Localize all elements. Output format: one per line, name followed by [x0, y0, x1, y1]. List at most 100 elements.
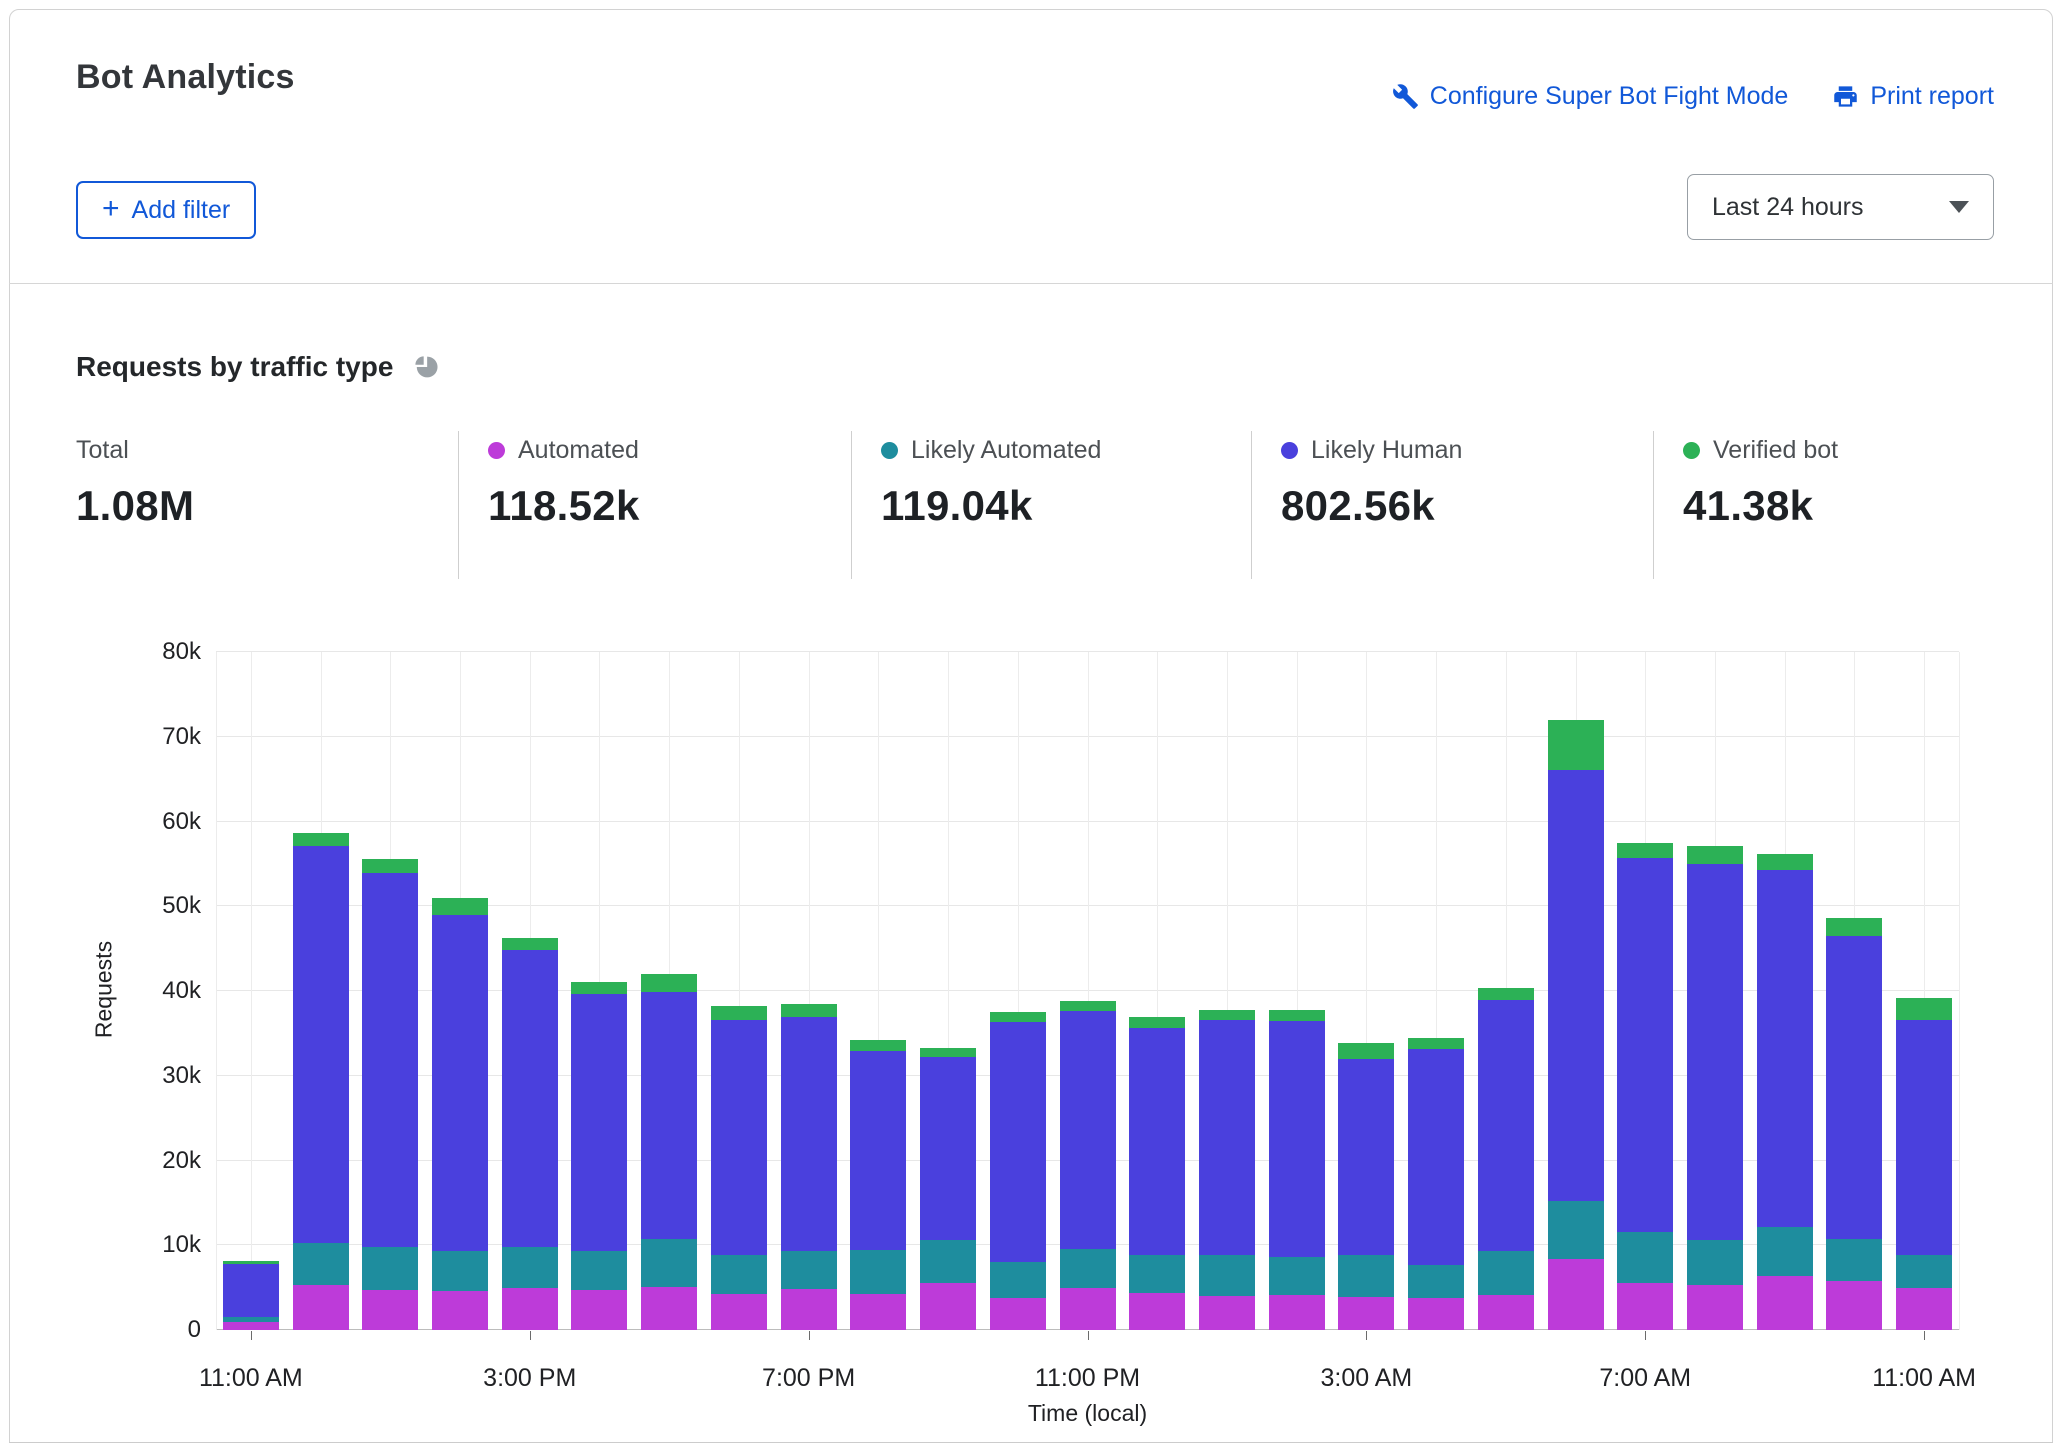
bar-segment-automated[interactable]: [990, 1298, 1046, 1330]
stacked-bar-11-00-pm[interactable]: [1060, 1001, 1116, 1330]
bar-segment-likely-human[interactable]: [432, 915, 488, 1251]
bar-segment-likely-human[interactable]: [1548, 770, 1604, 1201]
bar-segment-automated[interactable]: [1269, 1295, 1325, 1330]
bar-segment-likely-automated[interactable]: [1478, 1251, 1534, 1295]
bar-segment-likely-human[interactable]: [711, 1020, 767, 1255]
bar-segment-likely-human[interactable]: [1338, 1059, 1394, 1255]
bar-segment-likely-human[interactable]: [362, 873, 418, 1247]
bar-segment-likely-automated[interactable]: [781, 1251, 837, 1289]
bar-segment-automated[interactable]: [362, 1290, 418, 1330]
bar-segment-likely-human[interactable]: [223, 1264, 279, 1317]
bar-segment-likely-automated[interactable]: [1408, 1265, 1464, 1298]
stacked-bar-11-00-am[interactable]: [1896, 998, 1952, 1330]
bar-segment-likely-human[interactable]: [1757, 870, 1813, 1227]
bar-segment-automated[interactable]: [641, 1287, 697, 1330]
bar-segment-likely-automated[interactable]: [432, 1251, 488, 1291]
stacked-bar-7-00-am[interactable]: [1617, 843, 1673, 1330]
bar-segment-likely-automated[interactable]: [1199, 1255, 1255, 1297]
bar-segment-verified-bot[interactable]: [1896, 998, 1952, 1020]
bar-segment-likely-automated[interactable]: [1338, 1255, 1394, 1297]
bar-segment-automated[interactable]: [1757, 1276, 1813, 1330]
bar-segment-automated[interactable]: [1826, 1281, 1882, 1330]
bar-segment-automated[interactable]: [850, 1294, 906, 1330]
bar-segment-automated[interactable]: [223, 1322, 279, 1330]
bar-segment-verified-bot[interactable]: [1269, 1010, 1325, 1021]
bar-segment-likely-human[interactable]: [1199, 1020, 1255, 1255]
bar-segment-automated[interactable]: [1338, 1297, 1394, 1330]
bar-segment-likely-human[interactable]: [1826, 936, 1882, 1239]
bar-segment-verified-bot[interactable]: [990, 1012, 1046, 1022]
bar-segment-likely-automated[interactable]: [850, 1250, 906, 1294]
stacked-bar-12-00-pm[interactable]: [293, 833, 349, 1330]
bar-segment-likely-automated[interactable]: [1757, 1227, 1813, 1276]
bar-segment-verified-bot[interactable]: [1617, 843, 1673, 858]
bar-segment-likely-automated[interactable]: [1269, 1257, 1325, 1295]
bar-segment-verified-bot[interactable]: [1338, 1043, 1394, 1059]
stacked-bar-5-00-am[interactable]: [1478, 988, 1534, 1330]
stacked-bar-1-00-am[interactable]: [1199, 1010, 1255, 1330]
stacked-bar-10-00-pm[interactable]: [990, 1012, 1046, 1330]
bar-segment-verified-bot[interactable]: [502, 938, 558, 951]
bar-segment-automated[interactable]: [1617, 1283, 1673, 1330]
bar-segment-verified-bot[interactable]: [571, 982, 627, 995]
stacked-bar-8-00-am[interactable]: [1687, 846, 1743, 1330]
stacked-bar-11-00-am[interactable]: [223, 1261, 279, 1330]
bar-segment-likely-automated[interactable]: [1060, 1249, 1116, 1289]
bar-segment-likely-automated[interactable]: [1826, 1239, 1882, 1281]
bar-segment-automated[interactable]: [711, 1294, 767, 1330]
bar-segment-likely-automated[interactable]: [502, 1247, 558, 1289]
bar-segment-likely-human[interactable]: [850, 1051, 906, 1249]
bar-segment-likely-automated[interactable]: [223, 1317, 279, 1322]
bar-segment-automated[interactable]: [1408, 1298, 1464, 1330]
bar-segment-automated[interactable]: [1478, 1295, 1534, 1330]
print-report-link[interactable]: Print report: [1832, 82, 1994, 111]
stacked-bar-6-00-pm[interactable]: [711, 1006, 767, 1330]
bar-segment-likely-human[interactable]: [1129, 1028, 1185, 1255]
bar-segment-likely-human[interactable]: [1478, 1000, 1534, 1251]
bar-segment-likely-automated[interactable]: [1129, 1255, 1185, 1292]
bar-segment-likely-automated[interactable]: [1548, 1201, 1604, 1259]
bar-segment-likely-automated[interactable]: [1896, 1255, 1952, 1289]
bar-segment-verified-bot[interactable]: [1826, 918, 1882, 936]
bar-segment-verified-bot[interactable]: [850, 1040, 906, 1051]
bar-segment-verified-bot[interactable]: [1408, 1038, 1464, 1049]
bar-segment-verified-bot[interactable]: [641, 974, 697, 992]
bar-segment-automated[interactable]: [502, 1288, 558, 1330]
bar-segment-likely-automated[interactable]: [571, 1251, 627, 1290]
bar-segment-likely-human[interactable]: [293, 846, 349, 1243]
bar-segment-automated[interactable]: [1060, 1288, 1116, 1330]
stacked-bar-5-00-pm[interactable]: [641, 974, 697, 1330]
bar-segment-likely-automated[interactable]: [641, 1239, 697, 1286]
bar-segment-likely-automated[interactable]: [362, 1247, 418, 1290]
bar-segment-likely-automated[interactable]: [990, 1262, 1046, 1298]
bar-segment-automated[interactable]: [1548, 1259, 1604, 1330]
bar-segment-automated[interactable]: [781, 1289, 837, 1330]
bar-segment-automated[interactable]: [1687, 1285, 1743, 1330]
bar-segment-likely-automated[interactable]: [711, 1255, 767, 1294]
bar-segment-likely-automated[interactable]: [293, 1243, 349, 1285]
bar-segment-automated[interactable]: [293, 1285, 349, 1330]
stacked-bar-6-00-am[interactable]: [1548, 720, 1604, 1330]
bar-segment-likely-automated[interactable]: [1687, 1240, 1743, 1285]
stacked-bar-3-00-am[interactable]: [1338, 1043, 1394, 1330]
stacked-bar-7-00-pm[interactable]: [781, 1004, 837, 1330]
bar-segment-likely-human[interactable]: [641, 992, 697, 1239]
stacked-bar-4-00-am[interactable]: [1408, 1038, 1464, 1330]
bar-segment-verified-bot[interactable]: [1548, 720, 1604, 770]
bar-segment-verified-bot[interactable]: [432, 898, 488, 915]
bar-segment-verified-bot[interactable]: [1129, 1017, 1185, 1028]
bar-segment-verified-bot[interactable]: [920, 1048, 976, 1057]
bar-segment-automated[interactable]: [1896, 1288, 1952, 1330]
bar-segment-verified-bot[interactable]: [1757, 854, 1813, 870]
bar-segment-likely-human[interactable]: [1687, 864, 1743, 1240]
stacked-bar-1-00-pm[interactable]: [362, 859, 418, 1330]
bar-segment-verified-bot[interactable]: [1687, 846, 1743, 864]
bar-segment-verified-bot[interactable]: [781, 1004, 837, 1018]
bar-segment-likely-human[interactable]: [1896, 1020, 1952, 1255]
stacked-bar-9-00-am[interactable]: [1757, 854, 1813, 1330]
bar-segment-likely-human[interactable]: [571, 994, 627, 1251]
bar-segment-likely-human[interactable]: [1408, 1049, 1464, 1265]
bar-segment-automated[interactable]: [920, 1283, 976, 1330]
bar-segment-likely-human[interactable]: [502, 950, 558, 1247]
bar-segment-verified-bot[interactable]: [223, 1261, 279, 1264]
